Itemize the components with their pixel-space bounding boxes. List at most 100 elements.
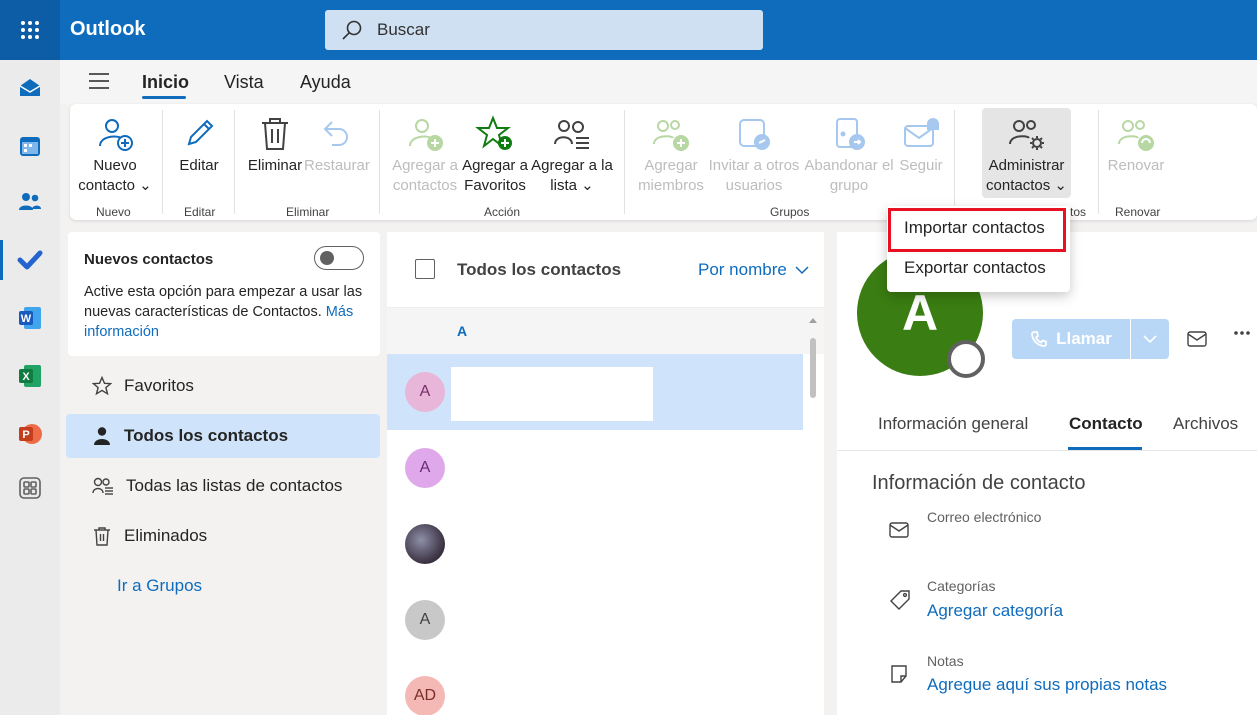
tab-contact[interactable]: Contacto [1069,414,1143,434]
nav-deleted[interactable]: Eliminados [66,514,380,558]
rail-todo[interactable] [0,238,60,282]
list-header: Todos los contactos Por nombre [387,232,824,308]
rail-mail[interactable] [0,66,60,110]
ribbon: Nuevo contacto ⌄ Editar Eliminar Restaura… [70,104,1257,220]
nav-all-contacts[interactable]: Todos los contactos [66,414,380,458]
group-label-contactos: tos [1070,205,1087,219]
categories-label: Categorías [927,578,996,594]
chevron-down-icon [795,266,809,275]
contact-row[interactable] [387,506,803,582]
rail-calendar[interactable] [0,124,60,168]
avatar: A [405,372,445,412]
mail-icon [1187,331,1207,347]
mail-app-icon [19,79,41,96]
go-to-groups-link[interactable]: Ir a Grupos [117,576,202,596]
add-notes-link[interactable]: Agregue aquí sus propias notas [927,675,1167,695]
renew-button[interactable]: Renovar [1106,112,1166,176]
contact-row[interactable]: A [387,354,803,430]
undo-icon [323,121,348,146]
app-title: Outlook [70,18,146,40]
edit-button[interactable]: Editar [170,112,228,176]
nav-favorites[interactable]: Favoritos [66,364,380,408]
select-all-checkbox[interactable] [415,259,435,279]
search-placeholder: Buscar [377,20,430,39]
nav-contact-lists[interactable]: Todas las listas de contactos [66,464,380,508]
note-icon [889,664,909,684]
tab-vista[interactable]: Vista [224,72,264,93]
new-contacts-toggle[interactable] [314,246,364,270]
ribbon-tabs: Inicio Vista Ayuda [60,60,1257,104]
contact-row[interactable]: AD [387,658,803,715]
avatar-photo [405,524,445,564]
tab-files[interactable]: Archivos [1173,414,1238,434]
tab-general-info[interactable]: Información general [878,414,1028,434]
sort-dropdown[interactable]: Por nombre [698,260,809,280]
invite-users-button[interactable]: Invitar a otros usuarios [706,112,802,196]
email-button[interactable] [1187,331,1207,347]
more-horizontal-icon [1234,331,1250,335]
search-input[interactable]: Buscar [325,10,763,50]
list-title: Todos los contactos [457,260,622,279]
divider [379,110,380,214]
contact-info-heading: Información de contacto [872,472,1086,494]
leave-icon [836,118,865,150]
delete-button[interactable]: Eliminar [242,112,308,176]
rail-excel[interactable]: X [0,354,60,398]
add-category-link[interactable]: Agregar categoría [927,601,1063,621]
contact-name-redacted [451,367,653,421]
svg-text:X: X [22,371,30,383]
tab-ayuda[interactable]: Ayuda [300,72,351,93]
menu-toggle-button[interactable] [88,72,110,90]
apps-grid-icon [19,477,41,499]
top-bar: Outlook Buscar [0,0,1257,60]
app-rail: W X P [0,60,60,715]
search-icon [342,20,362,40]
add-to-list-button[interactable]: Agregar a la lista ⌄ [530,112,614,196]
new-contact-button[interactable]: Nuevo contacto ⌄ [74,112,156,196]
manage-contacts-button[interactable]: Administrar contactos ⌄ [982,108,1071,198]
scrollbar-thumb[interactable] [810,338,816,398]
trash-icon [262,118,288,150]
todo-app-icon [17,250,43,270]
highlight-box [888,208,1066,252]
group-label-accion: Acción [484,205,521,219]
group-label-grupos: Grupos [770,205,810,219]
rail-people[interactable] [0,180,60,224]
rail-more-apps[interactable] [0,466,60,510]
trash-icon [94,527,110,546]
leave-group-button[interactable]: Abandonar el grupo [802,112,896,196]
divider [1098,110,1099,214]
follow-button[interactable]: Seguir [896,112,946,176]
export-contacts-item[interactable]: Exportar contactos [904,258,1046,278]
group-label-editar: Editar [184,205,216,219]
pencil-icon [187,119,214,146]
add-to-favorites-button[interactable]: Agregar a Favoritos [460,112,530,196]
list-scrollbar[interactable] [807,316,819,715]
powerpoint-app-icon: P [19,424,42,444]
email-label: Correo electrónico [927,509,1042,525]
avatar: A [405,448,445,488]
rail-word[interactable]: W [0,296,60,340]
call-options-button[interactable] [1131,319,1169,359]
avatar: AD [405,676,445,715]
contact-row[interactable]: A [387,430,803,506]
avatar: A [405,600,445,640]
calendar-app-icon [20,137,40,156]
rail-powerpoint[interactable]: P [0,412,60,456]
group-label-nuevo: Nuevo [96,205,131,219]
app-launcher-button[interactable] [0,0,60,60]
word-app-icon: W [19,307,41,329]
contact-row[interactable]: A [387,582,803,658]
restore-button[interactable]: Restaurar [304,112,370,176]
add-to-contacts-button[interactable]: Agregar a contactos [388,112,462,196]
add-contact-icon [99,119,133,151]
divider [234,110,235,214]
add-members-button[interactable]: Agregar miembros [634,112,708,196]
tab-inicio[interactable]: Inicio [142,72,189,93]
chevron-down-icon [1143,335,1157,344]
phone-icon [1031,331,1048,347]
divider [624,110,625,214]
excel-app-icon: X [19,365,41,387]
call-button[interactable]: Llamar [1012,319,1130,359]
more-options-button[interactable] [1233,330,1251,336]
